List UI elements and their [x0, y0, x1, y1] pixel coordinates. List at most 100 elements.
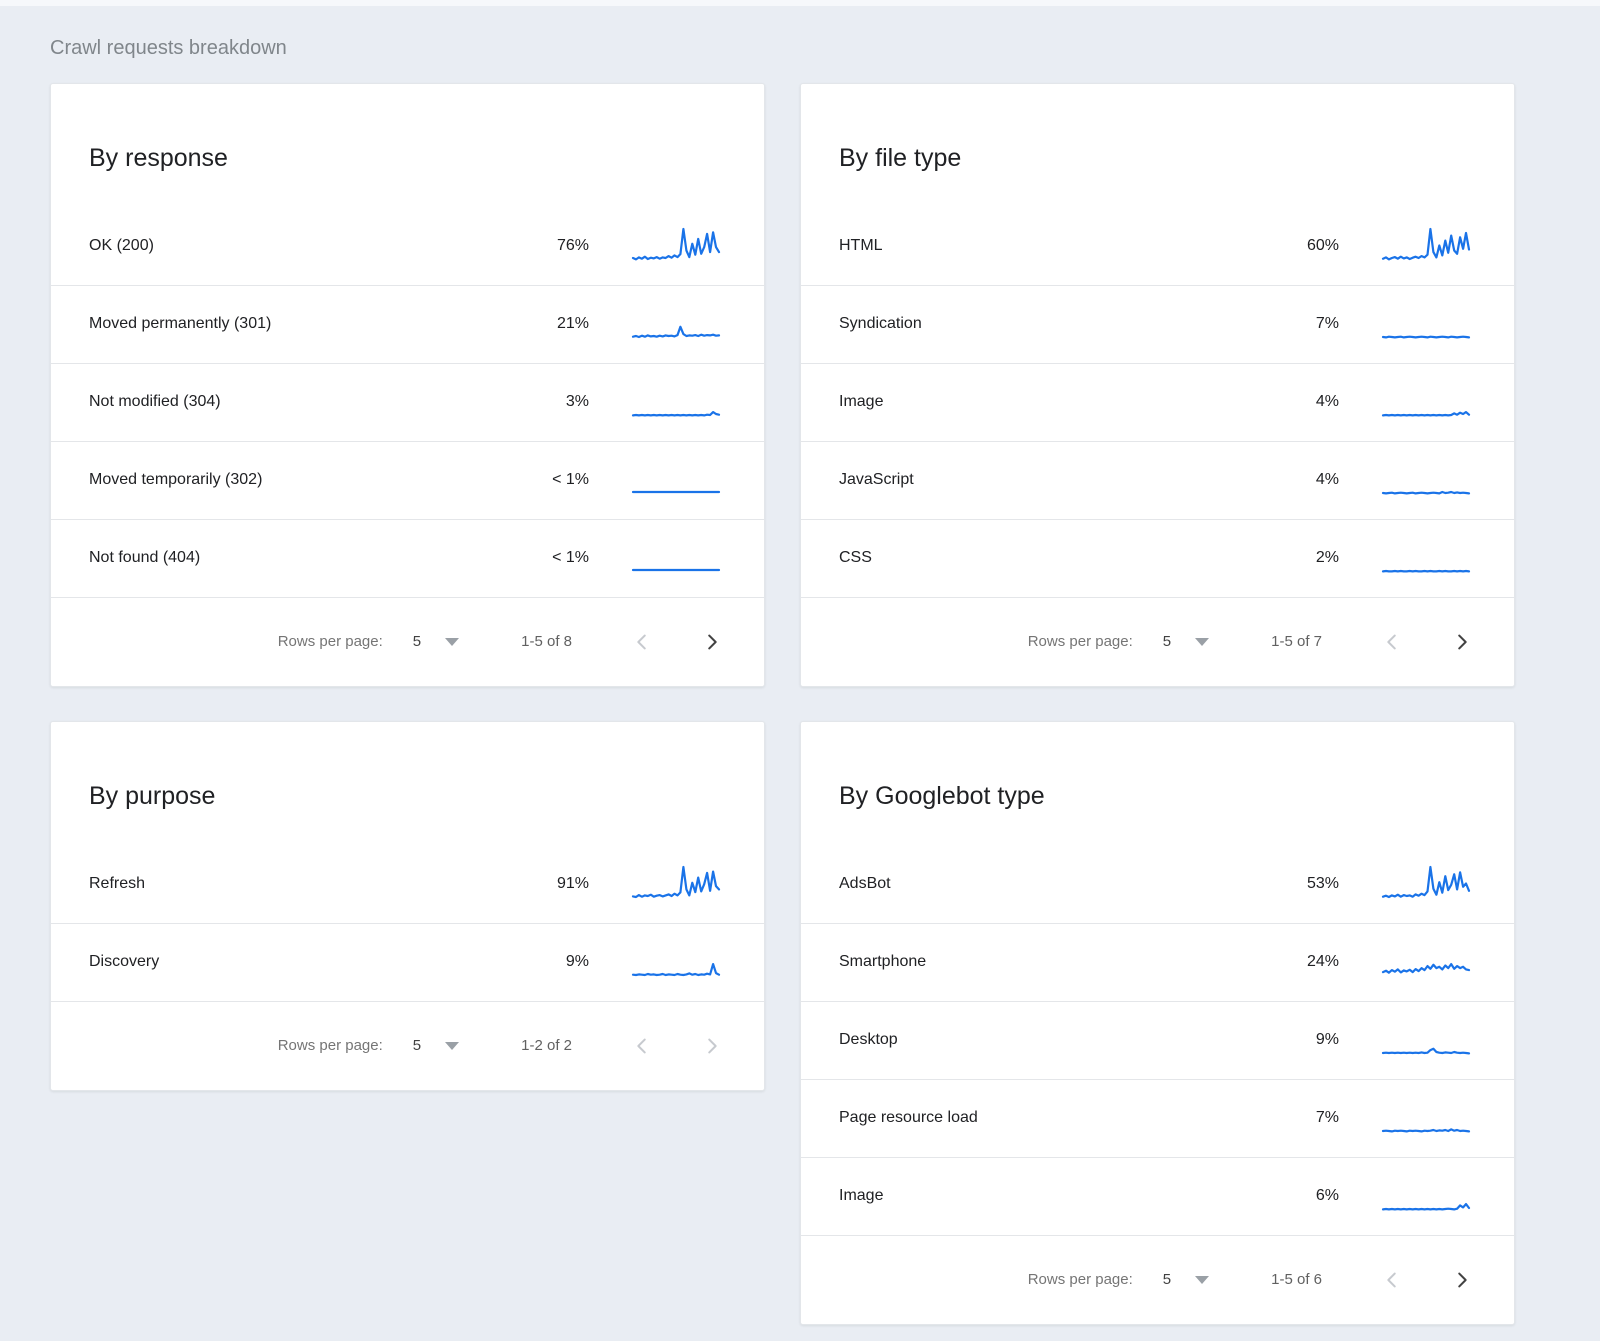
- page-title: Crawl requests breakdown: [0, 6, 1600, 60]
- row-sparkline: [1381, 460, 1471, 500]
- pagination-bar: Rows per page: 5 1-2 of 2: [51, 1001, 764, 1090]
- table-row[interactable]: Desktop 9%: [801, 1001, 1514, 1079]
- rows-per-page-select[interactable]: 5: [1163, 1271, 1171, 1288]
- card-title: By purpose: [51, 743, 764, 811]
- row-label: Moved permanently (301): [51, 315, 529, 333]
- table-row[interactable]: HTML 60%: [801, 208, 1514, 285]
- table-row[interactable]: AdsBot 53%: [801, 846, 1514, 923]
- card-rows: HTML 60% Syndication 7% Image 4% JavaScr…: [801, 208, 1514, 597]
- row-value: < 1%: [529, 471, 589, 489]
- row-value: 3%: [529, 393, 589, 411]
- table-row[interactable]: Image 4%: [801, 363, 1514, 441]
- row-sparkline: [1381, 304, 1471, 344]
- dropdown-arrow-icon[interactable]: [445, 1042, 459, 1050]
- rows-per-page-label: Rows per page:: [278, 1037, 383, 1054]
- next-page-button[interactable]: [1450, 1268, 1474, 1292]
- page-range: 1-5 of 8: [521, 633, 572, 650]
- rows-per-page-label: Rows per page:: [278, 633, 383, 650]
- card-title: By Googlebot type: [801, 743, 1514, 811]
- card-by-response: By response OK (200) 76% Moved permanent…: [50, 83, 765, 687]
- table-row[interactable]: CSS 2%: [801, 519, 1514, 597]
- page-range: 1-5 of 7: [1271, 633, 1322, 650]
- row-label: Smartphone: [801, 953, 1279, 971]
- table-row[interactable]: JavaScript 4%: [801, 441, 1514, 519]
- rows-per-page-label: Rows per page:: [1028, 633, 1133, 650]
- row-value: 7%: [1279, 315, 1339, 333]
- table-row[interactable]: Not modified (304) 3%: [51, 363, 764, 441]
- row-value: 9%: [529, 953, 589, 971]
- row-value: 21%: [529, 315, 589, 333]
- row-value: 60%: [1279, 237, 1339, 255]
- pagination-bar: Rows per page: 5 1-5 of 7: [801, 597, 1514, 686]
- row-label: Image: [801, 1187, 1279, 1205]
- dropdown-arrow-icon[interactable]: [1195, 638, 1209, 646]
- row-sparkline: [1381, 864, 1471, 904]
- row-label: Syndication: [801, 315, 1279, 333]
- table-row[interactable]: Not found (404) < 1%: [51, 519, 764, 597]
- row-value: < 1%: [529, 549, 589, 567]
- row-label: Image: [801, 393, 1279, 411]
- dropdown-arrow-icon[interactable]: [1195, 1276, 1209, 1284]
- row-label: Not found (404): [51, 549, 529, 567]
- prev-page-button[interactable]: [630, 1034, 654, 1058]
- table-row[interactable]: Smartphone 24%: [801, 923, 1514, 1001]
- table-row[interactable]: Refresh 91%: [51, 846, 764, 923]
- row-label: OK (200): [51, 237, 529, 255]
- row-sparkline: [1381, 942, 1471, 982]
- row-sparkline: [1381, 226, 1471, 266]
- row-label: HTML: [801, 237, 1279, 255]
- card-by-file-type: By file type HTML 60% Syndication 7% Ima…: [800, 83, 1515, 687]
- row-sparkline: [631, 304, 721, 344]
- row-sparkline: [631, 226, 721, 266]
- row-label: Page resource load: [801, 1109, 1279, 1127]
- table-row[interactable]: Page resource load 7%: [801, 1079, 1514, 1157]
- row-sparkline: [631, 942, 721, 982]
- row-sparkline: [631, 864, 721, 904]
- prev-page-button[interactable]: [1380, 1268, 1404, 1292]
- row-value: 4%: [1279, 393, 1339, 411]
- dropdown-arrow-icon[interactable]: [445, 638, 459, 646]
- row-sparkline: [1381, 382, 1471, 422]
- card-by-purpose: By purpose Refresh 91% Discovery 9% Rows…: [50, 721, 765, 1091]
- row-value: 76%: [529, 237, 589, 255]
- row-sparkline: [631, 382, 721, 422]
- card-rows: Refresh 91% Discovery 9%: [51, 846, 764, 1001]
- row-value: 24%: [1279, 953, 1339, 971]
- table-row[interactable]: Image 6%: [801, 1157, 1514, 1235]
- row-label: CSS: [801, 549, 1279, 567]
- pagination-bar: Rows per page: 5 1-5 of 6: [801, 1235, 1514, 1324]
- row-value: 6%: [1279, 1187, 1339, 1205]
- table-row[interactable]: Syndication 7%: [801, 285, 1514, 363]
- rows-per-page-select[interactable]: 5: [1163, 633, 1171, 650]
- table-row[interactable]: OK (200) 76%: [51, 208, 764, 285]
- row-value: 53%: [1279, 875, 1339, 893]
- prev-page-button[interactable]: [630, 630, 654, 654]
- table-row[interactable]: Moved permanently (301) 21%: [51, 285, 764, 363]
- table-row[interactable]: Discovery 9%: [51, 923, 764, 1001]
- row-label: Moved temporarily (302): [51, 471, 529, 489]
- pagination-bar: Rows per page: 5 1-5 of 8: [51, 597, 764, 686]
- card-title: By file type: [801, 105, 1514, 173]
- table-row[interactable]: Moved temporarily (302) < 1%: [51, 441, 764, 519]
- row-value: 91%: [529, 875, 589, 893]
- row-label: Desktop: [801, 1031, 1279, 1049]
- row-value: 9%: [1279, 1031, 1339, 1049]
- row-label: JavaScript: [801, 471, 1279, 489]
- row-sparkline: [1381, 1176, 1471, 1216]
- page-range: 1-5 of 6: [1271, 1271, 1322, 1288]
- row-label: Discovery: [51, 953, 529, 971]
- row-value: 2%: [1279, 549, 1339, 567]
- row-sparkline: [1381, 1098, 1471, 1138]
- prev-page-button[interactable]: [1380, 630, 1404, 654]
- row-label: AdsBot: [801, 875, 1279, 893]
- card-title: By response: [51, 105, 764, 173]
- next-page-button[interactable]: [1450, 630, 1474, 654]
- row-sparkline: [1381, 538, 1471, 578]
- rows-per-page-select[interactable]: 5: [413, 1037, 421, 1054]
- next-page-button[interactable]: [700, 630, 724, 654]
- card-rows: OK (200) 76% Moved permanently (301) 21%…: [51, 208, 764, 597]
- card-rows: AdsBot 53% Smartphone 24% Desktop 9% Pag…: [801, 846, 1514, 1235]
- cards-grid: By response OK (200) 76% Moved permanent…: [0, 83, 1600, 1325]
- rows-per-page-select[interactable]: 5: [413, 633, 421, 650]
- next-page-button[interactable]: [700, 1034, 724, 1058]
